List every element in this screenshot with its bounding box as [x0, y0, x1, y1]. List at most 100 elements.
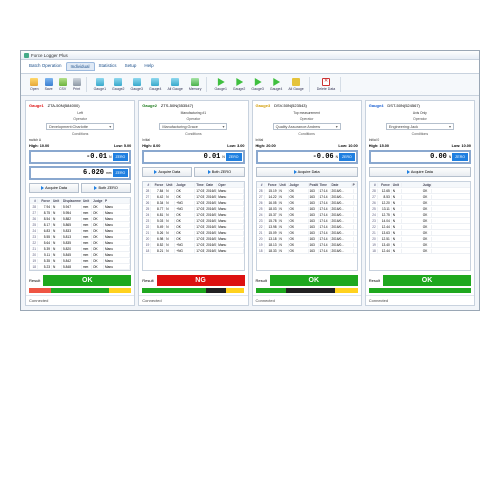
panel-gauge4: Gauge4 DST-50N(524567) Axis Only Operato… — [365, 100, 475, 306]
app-window: Force Logger Plus Batch OperationIndivid… — [20, 50, 480, 311]
table-row[interactable]: 1818.33NOK16317:142016/0… — [257, 248, 357, 254]
zero-button[interactable]: ZERO — [452, 153, 468, 161]
zero-button[interactable]: ZERO — [113, 169, 129, 177]
menu-statistics[interactable]: Statistics — [95, 62, 121, 71]
ribbon-gauge2[interactable]: Gauge2 — [231, 77, 247, 92]
menu-setup[interactable]: Setup — [121, 62, 141, 71]
del-icon — [322, 78, 330, 86]
ribbon-all-gauge[interactable]: All Gauge — [165, 77, 184, 92]
play-icon — [235, 78, 243, 86]
data-table: #ForceUnitJudge2812.65NOK278.53NOK2612.2… — [369, 181, 471, 271]
sub: Left — [77, 111, 83, 115]
acquire-data-button[interactable]: Acquire Data — [256, 167, 358, 177]
panels-container: Gauge1 ZTA-50N(584000) Left Operator Dev… — [21, 96, 479, 310]
menu-help[interactable]: Help — [140, 62, 157, 71]
play-icon — [254, 78, 262, 86]
data-table: #ForceUnitDisplacementUnitJudgeP287.94N5… — [29, 197, 131, 271]
ribbon-gauge2[interactable]: Gauge2 — [110, 77, 126, 92]
acquire-data-button[interactable]: Acquire Data — [29, 183, 79, 193]
reading-1: 6.020 mm ZERO — [29, 166, 131, 180]
operator-dropdown[interactable]: Manufacturing:Grace — [159, 123, 227, 130]
ribbon-all-gauge[interactable]: All Gauge — [286, 77, 305, 92]
both-zero-button[interactable]: Both ZERO — [194, 167, 244, 177]
ribbon-save[interactable]: Save — [43, 77, 55, 92]
gauge-label: Gauge1 — [29, 103, 44, 108]
save-icon — [45, 78, 53, 86]
ribbon-gauge4[interactable]: Gauge4 — [268, 77, 284, 92]
result-box: NG — [157, 275, 245, 286]
mem-icon — [191, 78, 199, 86]
sub: Axis Only — [413, 111, 427, 115]
result-bar — [256, 288, 358, 293]
model: ZTS-50N(553547) — [161, 103, 193, 108]
result-bar — [369, 288, 471, 293]
open-icon — [30, 78, 38, 86]
menu-batch-operation[interactable]: Batch Operation — [25, 62, 66, 71]
acquire-data-button[interactable]: Acquire Data — [369, 167, 471, 177]
table-row[interactable]: 188.21N+NG17:032016/02/27Manu — [143, 248, 243, 254]
csv-icon — [59, 78, 67, 86]
status: Connected — [139, 295, 247, 305]
ribbon: OpenSaveCSVPrintGauge1Gauge2Gauge3Gauge4… — [21, 73, 479, 96]
data-table: #ForceUnitJudgePositionTimeDateP2815.19N… — [256, 181, 358, 271]
ribbon-csv[interactable]: CSV — [57, 77, 69, 92]
gauge-label: Gauge2 — [142, 103, 157, 108]
gauge-icon — [114, 78, 122, 86]
play-icon — [217, 78, 225, 86]
operator-dropdown[interactable]: Development:Charlotte — [46, 123, 114, 130]
operator-dropdown[interactable]: Engineering:Jack — [386, 123, 454, 130]
model: DST-50N(524567) — [387, 103, 419, 108]
status: Connected — [26, 295, 134, 305]
zero-button[interactable]: ZERO — [226, 153, 242, 161]
status: Connected — [366, 295, 474, 305]
gauge-icon — [133, 78, 141, 86]
gauge-icon — [96, 78, 104, 86]
ribbon-print[interactable]: Print — [71, 77, 83, 92]
table-row[interactable]: 185.23N5.848mmOKManu — [30, 264, 130, 270]
result-bar — [142, 288, 244, 293]
ribbon-gauge3[interactable]: Gauge3 — [249, 77, 265, 92]
sub: Manufacturing #1 — [181, 111, 206, 115]
zero-button[interactable]: ZERO — [339, 153, 355, 161]
ribbon-memory[interactable]: Memory — [187, 77, 204, 92]
pause-icon — [292, 78, 300, 86]
ribbon-open[interactable]: Open — [28, 77, 41, 92]
table-row[interactable]: 1812.44NOK — [370, 248, 470, 254]
result-bar — [29, 288, 131, 293]
result-box: OK — [383, 275, 471, 286]
play-icon — [294, 170, 297, 174]
reading-0: 0.00 N ZERO — [369, 150, 471, 164]
model: ZTA-50N(584000) — [48, 103, 80, 108]
zero-button[interactable]: ZERO — [113, 153, 129, 161]
titlebar: Force Logger Plus — [21, 51, 479, 60]
play-icon — [41, 186, 44, 190]
ribbon-delete-data[interactable]: Delete Data — [315, 77, 337, 92]
play-icon — [272, 78, 280, 86]
gauge-icon — [171, 78, 179, 86]
menubar: Batch OperationIndividualStatisticsSetup… — [21, 60, 479, 73]
result-box: OK — [270, 275, 358, 286]
status: Connected — [253, 295, 361, 305]
ribbon-gauge1[interactable]: Gauge1 — [212, 77, 228, 92]
panel-gauge3: Gauge3 DSV-50N(523543) Top measurement O… — [252, 100, 362, 306]
result-box: OK — [43, 275, 131, 286]
ribbon-gauge3[interactable]: Gauge3 — [129, 77, 145, 92]
app-icon — [24, 53, 29, 58]
ribbon-gauge1[interactable]: Gauge1 — [92, 77, 108, 92]
reading-0: -0.06 N ZERO — [256, 150, 358, 164]
play-icon — [94, 186, 97, 190]
panel-gauge2: Gauge2 ZTS-50N(553547) Manufacturing #1 … — [138, 100, 248, 306]
ribbon-gauge4[interactable]: Gauge4 — [147, 77, 163, 92]
play-icon — [154, 170, 157, 174]
sub: Top measurement — [293, 111, 319, 115]
both-zero-button[interactable]: Both ZERO — [81, 183, 131, 193]
gauge-label: Gauge4 — [369, 103, 384, 108]
model: DSV-50N(523543) — [274, 103, 307, 108]
reading-0: 0.01 N ZERO — [142, 150, 244, 164]
print-icon — [73, 78, 81, 86]
operator-dropdown[interactable]: Quality Assurance:Andrew — [273, 123, 341, 130]
data-table: #ForceUnitJudgeTimeDateOper287.84NOK17:0… — [142, 181, 244, 271]
acquire-data-button[interactable]: Acquire Data — [142, 167, 192, 177]
gauge-label: Gauge3 — [256, 103, 271, 108]
menu-individual[interactable]: Individual — [66, 62, 95, 71]
